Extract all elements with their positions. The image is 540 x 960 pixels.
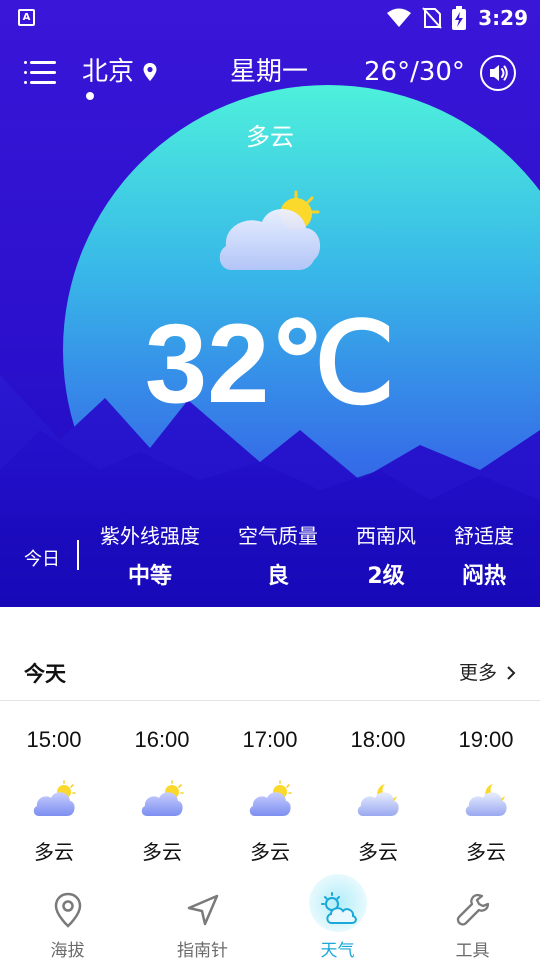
nav-item-altitude[interactable]: 海拔 [0,872,135,960]
current-condition: 多云 [246,123,294,151]
stat-wind: 西南风 2级 [356,522,416,592]
cloud-sun-icon [141,780,184,816]
battery-charging-icon [452,6,466,30]
current-temperature: 32℃ [144,301,396,426]
clock: 3:29 [478,6,528,30]
hour-condition: 多云 [142,840,182,864]
no-sim-icon [422,7,442,29]
hourly-item: 19:00 多云 [432,724,540,866]
nav-item-compass[interactable]: 指南针 [135,872,270,960]
hour-time: 16:00 [134,727,190,752]
hourly-item: 15:00 多云 [0,724,108,866]
weather-icon [320,892,357,924]
menu-button[interactable] [24,58,56,88]
nav-label: 指南针 [177,941,228,960]
hour-condition: 多云 [466,840,506,864]
navigation-arrow-icon [187,894,218,926]
chevron-right-icon[interactable] [506,665,516,681]
status-bar: A 3:29 [0,0,540,36]
today-label: 今日 [24,549,60,570]
stat-label: 舒适度 [454,524,514,548]
more-button[interactable]: 更多 [459,658,497,685]
cloud-sun-icon [33,780,76,816]
temperature-range: 26°/30° [364,57,465,87]
stats-divider [77,540,79,570]
forecast-title: 今天 [24,662,66,686]
app-notification-icon: A [18,9,35,26]
hourly-item: 16:00 多云 [108,724,216,866]
wrench-icon [456,893,489,926]
bottom-navigation: 海拔 指南针 天气 工具 [0,872,540,960]
stat-label: 紫外线强度 [100,524,200,548]
hourly-item: 18:00 多云 [324,724,432,866]
stat-value: 中等 [127,564,172,589]
hour-condition: 多云 [358,840,398,864]
city-name[interactable]: 北京 [82,56,134,88]
weather-hero: A 3:29 北京 星期一 26°/30° 多云 32℃ 今日 紫外线强度 中等… [0,0,540,607]
stat-value: 良 [266,564,289,589]
forecast-header: 今天 更多 [0,644,540,700]
stat-label: 空气质量 [238,524,318,548]
hour-time: 17:00 [242,727,298,752]
hour-condition: 多云 [34,840,74,864]
cloud-moon-icon [357,784,399,816]
nav-label: 工具 [455,941,490,960]
stat-value: 闷热 [461,564,506,589]
stat-uv: 紫外线强度 中等 [100,522,200,592]
wifi-icon [387,8,411,27]
weekday: 星期一 [230,57,309,87]
nav-item-weather[interactable]: 天气 [270,872,405,960]
cloud-moon-icon [465,784,507,816]
nav-label: 海拔 [50,941,85,960]
stat-comfort: 舒适度 闷热 [454,522,514,592]
nav-label: 天气 [320,941,355,960]
page-indicator-dot [86,92,94,100]
hour-time: 19:00 [458,727,514,752]
cloud-sun-icon [249,780,292,816]
hour-time: 15:00 [26,727,82,752]
stat-value: 2级 [367,564,405,589]
stat-air-quality: 空气质量 良 [238,522,318,592]
divider [0,700,540,701]
location-icon[interactable] [142,62,158,82]
today-stats: 今日 紫外线强度 中等 空气质量 良 西南风 2级 舒适度 闷热 [0,518,540,594]
speaker-icon [490,65,508,81]
hour-time: 18:00 [350,727,406,752]
top-bar: 北京 星期一 26°/30° [0,50,540,100]
hour-condition: 多云 [250,840,290,864]
location-pin-icon [54,892,81,928]
nav-item-tools[interactable]: 工具 [405,872,540,960]
speaker-button[interactable] [480,55,516,91]
cloud-sun-icon [219,190,321,270]
hourly-item: 17:00 多云 [216,724,324,866]
stat-label: 西南风 [356,524,416,548]
